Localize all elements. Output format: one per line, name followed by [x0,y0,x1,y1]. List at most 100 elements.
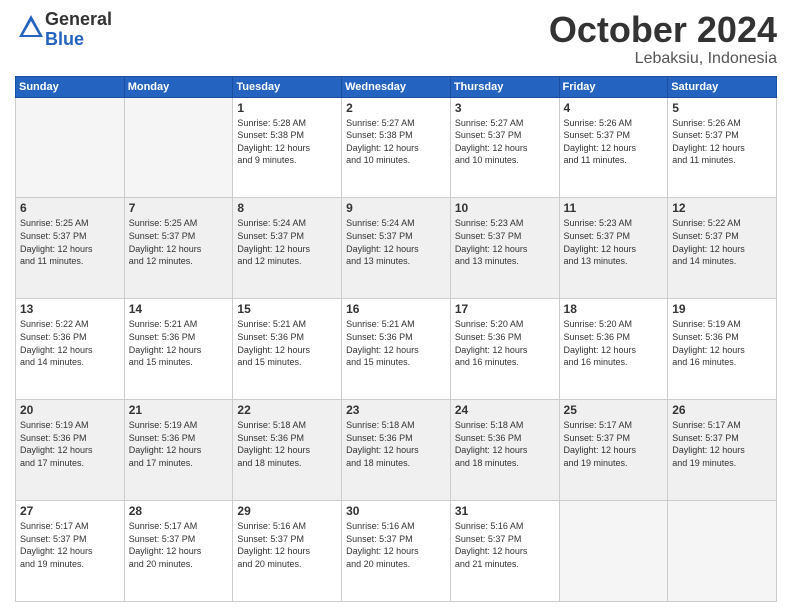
daylight-minutes: and 15 minutes. [346,357,410,367]
sunset-label: Sunset: 5:37 PM [346,534,413,544]
daylight-label: Daylight: 12 hours [237,244,310,254]
sunset-label: Sunset: 5:36 PM [346,433,413,443]
day-info: Sunrise: 5:17 AMSunset: 5:37 PMDaylight:… [20,520,120,570]
daylight-minutes: and 11 minutes. [564,155,627,165]
day-info: Sunrise: 5:26 AMSunset: 5:37 PMDaylight:… [564,117,664,167]
sunset-label: Sunset: 5:38 PM [346,130,413,140]
day-info: Sunrise: 5:23 AMSunset: 5:37 PMDaylight:… [564,217,664,267]
sunrise-label: Sunrise: 5:18 AM [346,420,415,430]
month-title: October 2024 [549,10,777,50]
sunrise-label: Sunrise: 5:18 AM [455,420,524,430]
sunset-label: Sunset: 5:37 PM [564,433,631,443]
daylight-minutes: and 16 minutes. [455,357,519,367]
sunset-label: Sunset: 5:37 PM [564,130,631,140]
day-number: 21 [129,403,229,417]
daylight-minutes: and 10 minutes. [346,155,410,165]
day-info: Sunrise: 5:18 AM Sunset: 5:36 PM Daylight:… [346,419,446,469]
day-number: 16 [346,302,446,316]
daylight-label: Daylight: 12 hours [346,445,419,455]
daylight-label: Daylight: 12 hours [129,244,202,254]
sunrise-label: Sunrise: 5:18 AM [237,420,306,430]
table-row: 1Sunrise: 5:28 AMSunset: 5:38 PMDaylight… [233,97,342,198]
day-info: Sunrise: 5:25 AMSunset: 5:37 PMDaylight:… [129,217,229,267]
table-row: 22Sunrise: 5:18 AMSunset: 5:36 PMDayligh… [233,400,342,501]
daylight-minutes: and 14 minutes. [20,357,84,367]
day-number: 29 [237,504,337,518]
day-info: Sunrise: 5:19 AMSunset: 5:36 PMDaylight:… [672,318,772,368]
day-info: Sunrise: 5:19 AM Sunset: 5:36 PM Daylight:… [20,419,120,469]
logo-text: General Blue [45,10,112,50]
daylight-label: Daylight: 12 hours [20,445,93,455]
daylight-minutes: and 19 minutes. [672,458,736,468]
calendar-row-3: 13Sunrise: 5:22 AMSunset: 5:36 PMDayligh… [16,299,777,400]
daylight-minutes: and 18 minutes. [237,458,301,468]
day-info: Sunrise: 5:17 AMSunset: 5:37 PMDaylight:… [672,419,772,469]
daylight-minutes: and 10 minutes. [455,155,519,165]
daylight-label: Daylight: 12 hours [237,445,310,455]
sunrise-label: Sunrise: 5:24 AM [346,218,415,228]
table-row: 31Sunrise: 5:16 AMSunset: 5:37 PMDayligh… [450,501,559,602]
day-number: 14 [129,302,229,316]
day-info: Sunrise: 5:27 AMSunset: 5:38 PMDaylight:… [346,117,446,167]
logo-icon [17,13,45,41]
day-number: 25 [564,403,664,417]
daylight-label: Daylight: 12 hours [455,546,528,556]
daylight-label: Daylight: 12 hours [455,244,528,254]
table-row: 14Sunrise: 5:21 AMSunset: 5:36 PMDayligh… [124,299,233,400]
sunset-label: Sunset: 5:36 PM [237,332,304,342]
col-tuesday: Tuesday [233,76,342,97]
daylight-label: Daylight: 12 hours [455,143,528,153]
table-row: 20Sunrise: 5:19 AMSunset: 5:36 PMDayligh… [16,400,125,501]
table-row: 7Sunrise: 5:25 AMSunset: 5:37 PMDaylight… [124,198,233,299]
sunrise-label: Sunrise: 5:23 AM [455,218,524,228]
sunrise-label: Sunrise: 5:27 AM [346,118,415,128]
day-info: Sunrise: 5:21 AMSunset: 5:36 PMDaylight:… [346,318,446,368]
sunset-label: Sunset: 5:37 PM [20,534,87,544]
sunrise-label: Sunrise: 5:19 AM [129,420,198,430]
daylight-minutes: and 17 minutes. [20,458,84,468]
day-info: Sunrise: 5:17 AMSunset: 5:37 PMDaylight:… [564,419,664,469]
calendar-table: Sunday Monday Tuesday Wednesday Thursday… [15,76,777,602]
daylight-minutes: and 16 minutes. [672,357,736,367]
day-number: 22 [237,403,337,417]
day-number: 10 [455,201,555,215]
logo-general: General [45,9,112,29]
daylight-label: Daylight: 12 hours [346,345,419,355]
table-row: 15Sunrise: 5:21 AMSunset: 5:36 PMDayligh… [233,299,342,400]
table-row: 17Sunrise: 5:20 AMSunset: 5:36 PMDayligh… [450,299,559,400]
sunrise-label: Sunrise: 5:21 AM [237,319,306,329]
col-monday: Monday [124,76,233,97]
col-wednesday: Wednesday [342,76,451,97]
daylight-minutes: and 13 minutes. [346,256,410,266]
sunrise-label: Sunrise: 5:25 AM [20,218,89,228]
daylight-label: Daylight: 12 hours [346,546,419,556]
day-number: 30 [346,504,446,518]
sunrise-label: Sunrise: 5:19 AM [20,420,89,430]
daylight-label: Daylight: 12 hours [129,345,202,355]
daylight-minutes: and 15 minutes. [237,357,301,367]
day-number: 24 [455,403,555,417]
sunrise-label: Sunrise: 5:26 AM [564,118,633,128]
day-number: 28 [129,504,229,518]
day-number: 27 [20,504,120,518]
daylight-label: Daylight: 12 hours [564,244,637,254]
sunset-label: Sunset: 5:36 PM [20,433,87,443]
table-row: 19Sunrise: 5:19 AMSunset: 5:36 PMDayligh… [668,299,777,400]
day-number: 26 [672,403,772,417]
sunset-label: Sunset: 5:37 PM [129,231,196,241]
table-row: 27 Sunrise: 5:17 AMSunset: 5:37 PMDayligh… [16,501,125,602]
daylight-label: Daylight: 12 hours [20,546,93,556]
daylight-label: Daylight: 12 hours [672,244,745,254]
sunset-label: Sunset: 5:38 PM [237,130,304,140]
sunset-label: Sunset: 5:36 PM [129,433,196,443]
table-row: 2Sunrise: 5:27 AMSunset: 5:38 PMDaylight… [342,97,451,198]
day-info: Sunrise: 5:28 AMSunset: 5:38 PMDaylight:… [237,117,337,167]
daylight-minutes: and 9 minutes. [237,155,296,165]
calendar-row-2: 6Sunrise: 5:25 AMSunset: 5:37 PMDaylight… [16,198,777,299]
daylight-label: Daylight: 12 hours [129,546,202,556]
day-info: Sunrise: 5:17 AMSunset: 5:37 PMDaylight:… [129,520,229,570]
daylight-minutes: and 13 minutes. [564,256,628,266]
col-thursday: Thursday [450,76,559,97]
table-row: 24Sunrise: 5:18 AMSunset: 5:36 PMDayligh… [450,400,559,501]
day-info: Sunrise: 5:26 AMSunset: 5:37 PMDaylight:… [672,117,772,167]
